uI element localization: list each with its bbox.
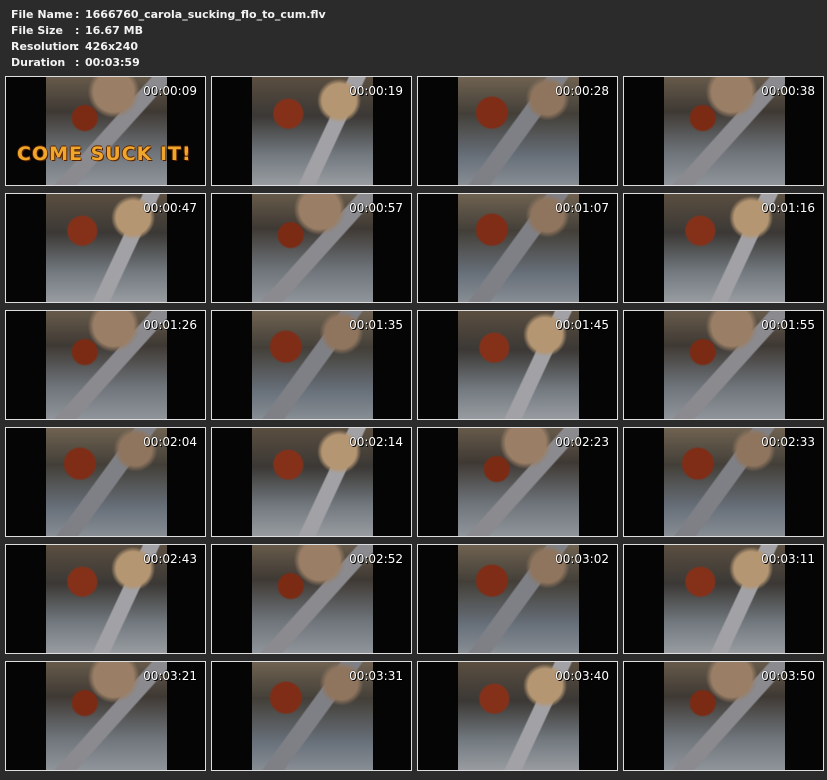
- file-name-separator: :: [75, 8, 80, 21]
- timestamp-label: 00:01:16: [761, 201, 815, 215]
- timestamp-label: 00:03:40: [555, 669, 609, 683]
- thumbnail-24[interactable]: 00:03:50: [623, 661, 824, 771]
- file-size-row: File Size : 16.67 MB: [11, 23, 326, 39]
- thumbnail-8[interactable]: 00:01:16: [623, 193, 824, 303]
- file-size-value: 16.67 MB: [85, 24, 143, 37]
- thumbnail-18[interactable]: 00:02:52: [211, 544, 412, 654]
- timestamp-label: 00:01:07: [555, 201, 609, 215]
- timestamp-label: 00:00:09: [143, 84, 197, 98]
- thumbnail-10[interactable]: 00:01:35: [211, 310, 412, 420]
- thumbnail-13[interactable]: 00:02:04: [5, 427, 206, 537]
- duration-label: Duration: [11, 56, 66, 69]
- timestamp-label: 00:03:31: [349, 669, 403, 683]
- thumbnail-1[interactable]: COME SUCK IT! 00:00:09: [5, 76, 206, 186]
- timestamp-label: 00:02:52: [349, 552, 403, 566]
- timestamp-label: 00:02:14: [349, 435, 403, 449]
- timestamp-label: 00:00:38: [761, 84, 815, 98]
- thumbnail-12[interactable]: 00:01:55: [623, 310, 824, 420]
- thumbnail-19[interactable]: 00:03:02: [417, 544, 618, 654]
- timestamp-label: 00:01:55: [761, 318, 815, 332]
- resolution-row: Resolution : 426x240: [11, 39, 326, 55]
- timestamp-label: 00:03:11: [761, 552, 815, 566]
- thumbnail-21[interactable]: 00:03:21: [5, 661, 206, 771]
- thumbnail-7[interactable]: 00:01:07: [417, 193, 618, 303]
- thumbnail-20[interactable]: 00:03:11: [623, 544, 824, 654]
- timestamp-label: 00:02:33: [761, 435, 815, 449]
- thumbnail-4[interactable]: 00:00:38: [623, 76, 824, 186]
- thumbnail-22[interactable]: 00:03:31: [211, 661, 412, 771]
- file-info-panel: File Name : 1666760_carola_sucking_flo_t…: [11, 7, 326, 71]
- thumbnail-2[interactable]: 00:00:19: [211, 76, 412, 186]
- timestamp-label: 00:00:28: [555, 84, 609, 98]
- file-name-value: 1666760_carola_sucking_flo_to_cum.flv: [85, 8, 326, 21]
- thumbnail-14[interactable]: 00:02:14: [211, 427, 412, 537]
- timestamp-label: 00:01:26: [143, 318, 197, 332]
- thumbnail-6[interactable]: 00:00:57: [211, 193, 412, 303]
- timestamp-label: 00:02:43: [143, 552, 197, 566]
- resolution-label: Resolution: [11, 40, 78, 53]
- timestamp-label: 00:02:23: [555, 435, 609, 449]
- thumbnail-grid: COME SUCK IT! 00:00:09 00:00:19 00:00:28…: [5, 76, 824, 771]
- timestamp-label: 00:03:50: [761, 669, 815, 683]
- thumbnail-3[interactable]: 00:00:28: [417, 76, 618, 186]
- thumbnail-15[interactable]: 00:02:23: [417, 427, 618, 537]
- file-size-separator: :: [75, 24, 80, 37]
- thumbnail-overlay-text: COME SUCK IT!: [17, 143, 192, 165]
- timestamp-label: 00:03:21: [143, 669, 197, 683]
- timestamp-label: 00:02:04: [143, 435, 197, 449]
- timestamp-label: 00:01:35: [349, 318, 403, 332]
- thumbnail-9[interactable]: 00:01:26: [5, 310, 206, 420]
- timestamp-label: 00:00:19: [349, 84, 403, 98]
- file-size-label: File Size: [11, 24, 63, 37]
- timestamp-label: 00:03:02: [555, 552, 609, 566]
- thumbnail-5[interactable]: 00:00:47: [5, 193, 206, 303]
- thumbnail-11[interactable]: 00:01:45: [417, 310, 618, 420]
- file-name-label: File Name: [11, 8, 73, 21]
- thumbnail-23[interactable]: 00:03:40: [417, 661, 618, 771]
- duration-separator: :: [75, 56, 80, 69]
- timestamp-label: 00:01:45: [555, 318, 609, 332]
- file-name-row: File Name : 1666760_carola_sucking_flo_t…: [11, 7, 326, 23]
- thumbnail-16[interactable]: 00:02:33: [623, 427, 824, 537]
- resolution-value: 426x240: [85, 40, 139, 53]
- duration-row: Duration : 00:03:59: [11, 55, 326, 71]
- resolution-separator: :: [75, 40, 80, 53]
- thumbnail-17[interactable]: 00:02:43: [5, 544, 206, 654]
- timestamp-label: 00:00:57: [349, 201, 403, 215]
- duration-value: 00:03:59: [85, 56, 140, 69]
- timestamp-label: 00:00:47: [143, 201, 197, 215]
